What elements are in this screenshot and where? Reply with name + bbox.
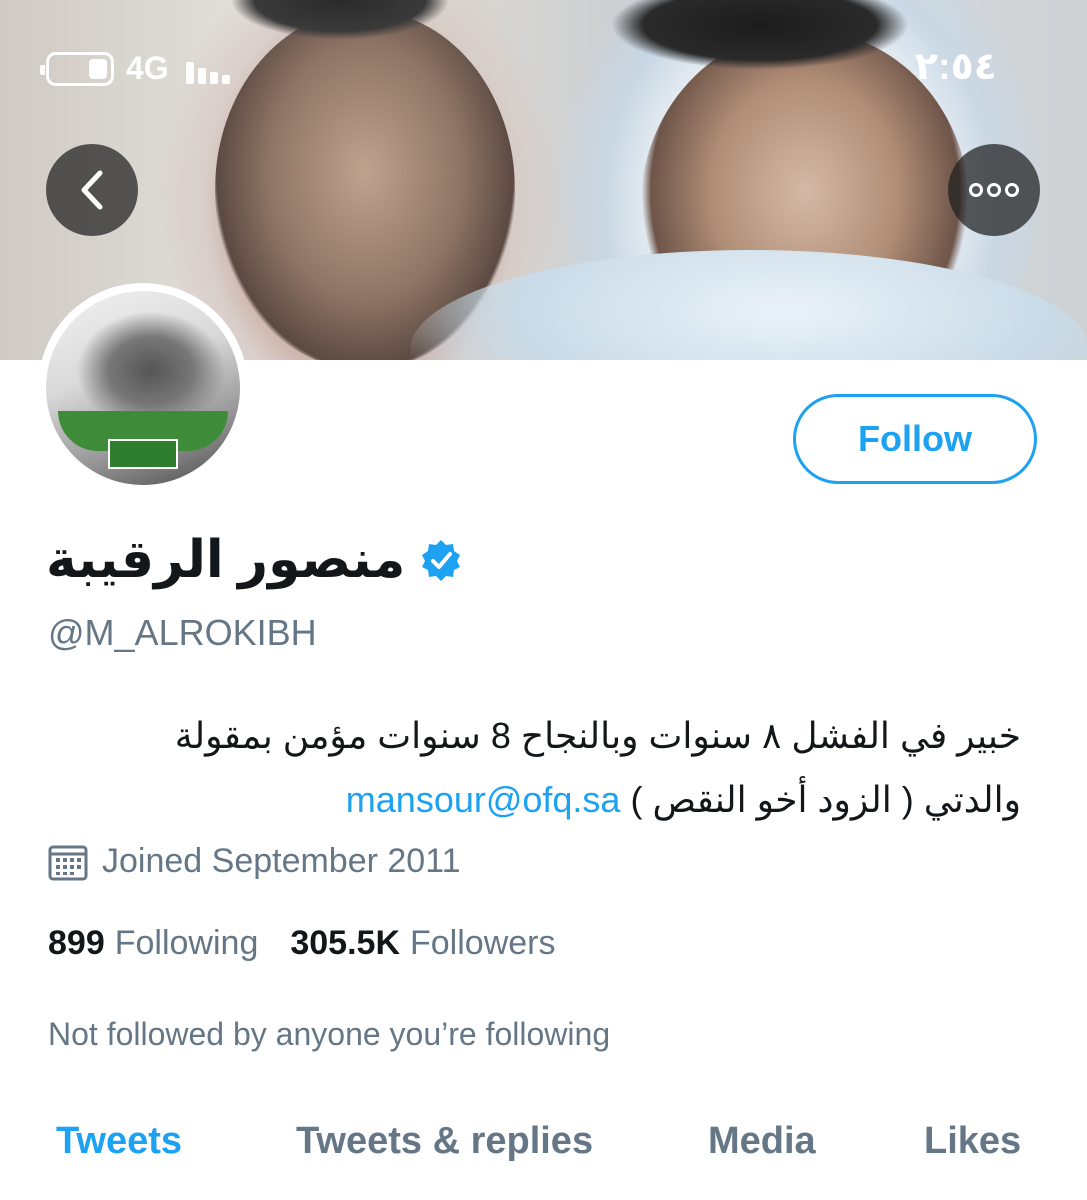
- status-time: ٢:٥٤: [914, 46, 997, 88]
- follow-button[interactable]: Follow: [793, 394, 1037, 484]
- more-horizontal-icon: [969, 183, 983, 197]
- follow-stats: 899 Following 305.5K Followers: [48, 924, 555, 963]
- tab-tweets-replies[interactable]: Tweets & replies: [296, 1120, 593, 1163]
- bio: خبير في الفشل ٨ سنوات وبالنجاح 8 سنوات م…: [46, 704, 1021, 832]
- followers-count: 305.5K: [290, 924, 400, 962]
- following-label: Following: [114, 924, 259, 962]
- verified-badge-icon: [422, 540, 461, 581]
- more-options-button[interactable]: [948, 144, 1040, 236]
- tab-likes[interactable]: Likes: [924, 1120, 1021, 1163]
- chevron-left-icon: [81, 170, 103, 210]
- network-type: 4G: [126, 50, 169, 86]
- bio-email-link[interactable]: mansour@ofq.sa: [346, 779, 621, 820]
- calendar-icon: [48, 845, 88, 880]
- display-name-row: منصور الرقيبة: [46, 520, 506, 600]
- tab-media[interactable]: Media: [708, 1120, 816, 1163]
- following-stat[interactable]: 899 Following: [48, 924, 258, 963]
- following-count: 899: [48, 924, 105, 962]
- flag-icon: [108, 439, 178, 469]
- followers-label: Followers: [410, 924, 556, 962]
- back-button[interactable]: [46, 144, 138, 236]
- battery-icon: [40, 52, 114, 86]
- status-bar: 4G ٢:٥٤: [0, 40, 1087, 96]
- tab-tweets[interactable]: Tweets: [56, 1120, 182, 1163]
- joined-text: Joined September 2011: [102, 842, 461, 880]
- user-handle: @M_ALROKIBH: [48, 612, 317, 653]
- avatar-image: [46, 291, 240, 485]
- profile-tabs: Tweets Tweets & replies Media Likes: [0, 1110, 1087, 1190]
- mutual-followers-note: Not followed by anyone you’re following: [48, 1016, 611, 1052]
- joined-date: Joined September 2011: [48, 842, 461, 881]
- bio-line-2: والدتي ( الزود أخو النقص ) mansour@ofq.s…: [46, 768, 1021, 832]
- signal-strength-icon: [186, 54, 242, 84]
- followers-stat[interactable]: 305.5K Followers: [290, 924, 555, 963]
- bio-text: والدتي ( الزود أخو النقص ): [620, 779, 1021, 820]
- display-name: منصور الرقيبة: [46, 531, 406, 589]
- bio-line-1: خبير في الفشل ٨ سنوات وبالنجاح 8 سنوات م…: [174, 715, 1021, 756]
- avatar[interactable]: [38, 283, 248, 493]
